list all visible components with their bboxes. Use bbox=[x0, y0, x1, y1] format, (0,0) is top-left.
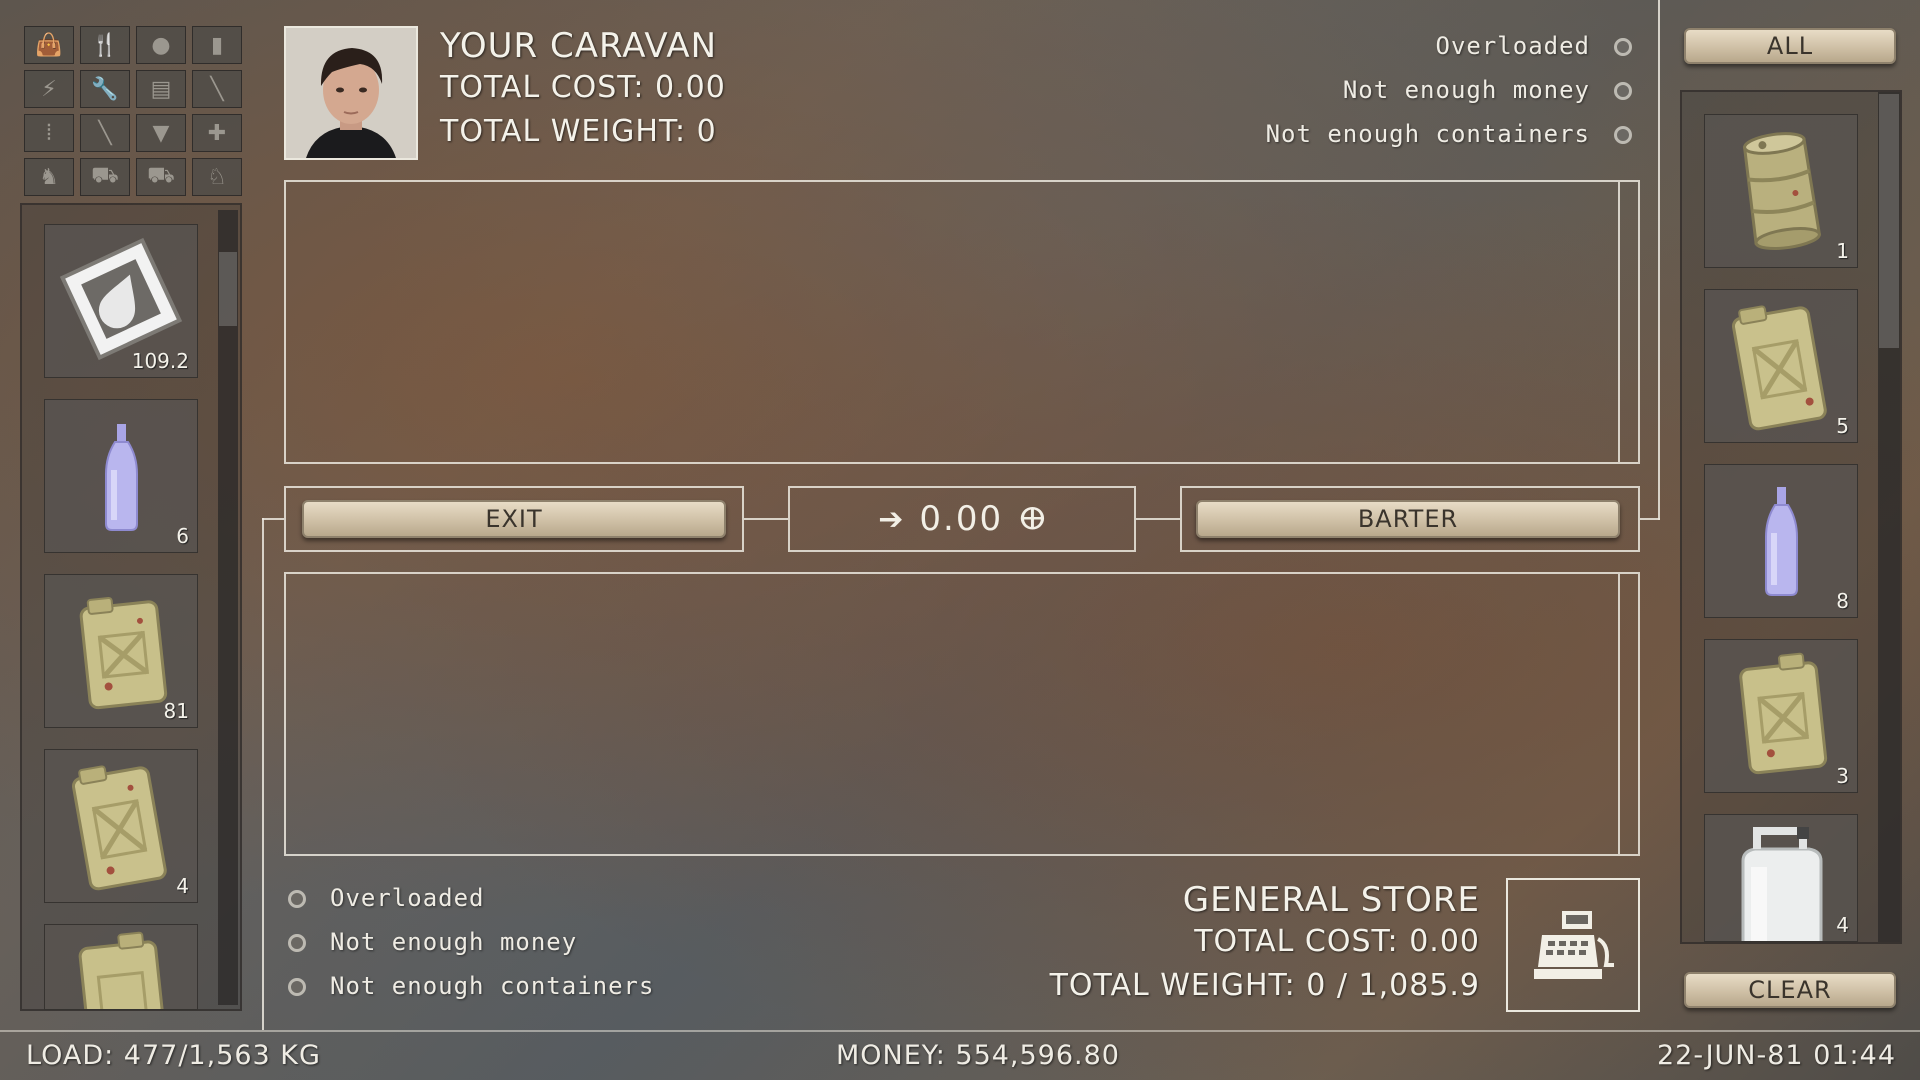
caravan-item-jerrycan[interactable] bbox=[44, 924, 198, 1010]
truck-icon[interactable]: ⛟ bbox=[136, 158, 186, 196]
vest-icon[interactable]: ▼ bbox=[136, 114, 186, 152]
caravan-item-bottle[interactable]: 6 bbox=[44, 399, 198, 553]
store-status-containers-indicator bbox=[288, 978, 306, 996]
item-quantity: 3 bbox=[1836, 764, 1849, 788]
store-item-barrel[interactable]: 1 bbox=[1704, 114, 1858, 268]
barter-button[interactable]: BARTER bbox=[1196, 500, 1620, 538]
fork-knife-icon[interactable]: 🍴 bbox=[80, 26, 130, 64]
caravan-item-jerrycan[interactable]: 81 bbox=[44, 574, 198, 728]
arrow-right-icon: ➔ bbox=[878, 501, 904, 537]
lightning-icon[interactable]: ⚡ bbox=[24, 70, 74, 108]
load-readout: LOAD: 477/1,563 KG bbox=[26, 1040, 321, 1071]
category-filter-grid: 👜 🍴 ● ▮ ⚡ 🔧 ▤ ╲ ⦙ ╲ ▼ ✚ ♞ ⛟ ⛟ ♘ bbox=[24, 26, 242, 200]
frame-line bbox=[744, 518, 788, 520]
clear-button[interactable]: CLEAR bbox=[1684, 972, 1896, 1008]
caravan-inventory-scroll-thumb[interactable] bbox=[219, 252, 237, 326]
store-status-money-indicator bbox=[288, 934, 306, 952]
drop-icon[interactable]: ● bbox=[136, 26, 186, 64]
money-readout: MONEY: 554,596.80 bbox=[836, 1040, 1120, 1071]
store-item-bottle[interactable]: 8 bbox=[1704, 464, 1858, 618]
caravan-item-jerrycan[interactable]: 4 bbox=[44, 749, 198, 903]
store-title: GENERAL STORE bbox=[1182, 880, 1480, 920]
bottle-icon bbox=[105, 424, 138, 531]
tool2-icon[interactable]: ╲ bbox=[80, 114, 130, 152]
caravan-status-money-label: Not enough money bbox=[1342, 76, 1590, 104]
portrait-avatar bbox=[286, 28, 416, 158]
jerrycan-icon bbox=[1731, 305, 1827, 431]
cash-register-icon bbox=[1534, 911, 1614, 979]
store-item-jerrycan[interactable]: 5 bbox=[1704, 289, 1858, 443]
caravan-trade-scrollbar[interactable] bbox=[1618, 182, 1620, 462]
ammo-icon[interactable]: ⦙ bbox=[24, 114, 74, 152]
wrench-icon[interactable]: 🔧 bbox=[80, 70, 130, 108]
store-item-white-canister[interactable]: 4 bbox=[1704, 814, 1858, 942]
barrel-icon bbox=[1742, 132, 1822, 250]
item-quantity: 8 bbox=[1836, 589, 1849, 613]
date-time-readout: 22-JUN-81 01:44 bbox=[1656, 1040, 1896, 1071]
store-inventory-scroll-thumb[interactable] bbox=[1879, 94, 1899, 348]
store-total-weight: TOTAL WEIGHT: 0 / 1,085.9 bbox=[1049, 968, 1480, 1003]
white-canister-icon bbox=[1741, 827, 1823, 941]
caravan-status-overloaded-indicator bbox=[1614, 38, 1632, 56]
all-button[interactable]: ALL bbox=[1684, 28, 1896, 64]
frame-line bbox=[1640, 518, 1660, 520]
store-trade-scrollbar[interactable] bbox=[1618, 574, 1620, 854]
exit-button[interactable]: EXIT bbox=[302, 500, 726, 538]
caravan-title: YOUR CARAVAN bbox=[440, 26, 718, 66]
player-portrait bbox=[284, 26, 418, 160]
jerrycan-icon bbox=[1739, 652, 1828, 775]
camel-icon[interactable]: ♘ bbox=[192, 158, 242, 196]
frame-line bbox=[1658, 0, 1660, 520]
caravan-status-containers-label: Not enough containers bbox=[1265, 120, 1590, 148]
item-quantity: 109.2 bbox=[131, 349, 189, 373]
store-status-overloaded-label: Overloaded bbox=[330, 884, 485, 912]
cart-icon[interactable]: ⛟ bbox=[80, 158, 130, 196]
store-status-containers-label: Not enough containers bbox=[330, 972, 655, 1000]
box-icon[interactable]: ▤ bbox=[136, 70, 186, 108]
canister-icon[interactable]: ▮ bbox=[192, 26, 242, 64]
store-total-cost: TOTAL COST: 0.00 bbox=[1194, 924, 1480, 959]
balance-display: ➔ 0.00 ⴲ bbox=[788, 486, 1136, 552]
frame-line bbox=[1136, 518, 1180, 520]
caravan-status-overloaded-label: Overloaded bbox=[1435, 32, 1590, 60]
caravan-trade-area[interactable] bbox=[284, 180, 1640, 464]
item-quantity: 1 bbox=[1836, 239, 1849, 263]
caravan-status-containers-indicator bbox=[1614, 126, 1632, 144]
frame-line bbox=[262, 518, 284, 520]
bottle-icon bbox=[1765, 487, 1798, 596]
store-trade-area[interactable] bbox=[284, 572, 1640, 856]
jerrycan-icon bbox=[71, 765, 167, 891]
item-quantity: 5 bbox=[1836, 414, 1849, 438]
item-quantity: 81 bbox=[163, 699, 189, 723]
store-status-money-label: Not enough money bbox=[330, 928, 578, 956]
bag-icon[interactable]: 👜 bbox=[24, 26, 74, 64]
caravan-item-water[interactable]: 109.2 bbox=[44, 224, 198, 378]
store-status-overloaded-indicator bbox=[288, 890, 306, 908]
caravan-status-money-indicator bbox=[1614, 82, 1632, 100]
footer-divider bbox=[0, 1030, 1920, 1032]
caravan-inventory-scrollbar[interactable] bbox=[218, 210, 238, 1005]
store-item-jerrycan[interactable]: 3 bbox=[1704, 639, 1858, 793]
tool-icon[interactable]: ╲ bbox=[192, 70, 242, 108]
item-quantity: 6 bbox=[176, 524, 189, 548]
balance-value: 0.00 bbox=[919, 499, 1004, 539]
jerrycan-icon bbox=[78, 931, 168, 1009]
frame-line bbox=[262, 518, 264, 1030]
medkit-icon[interactable]: ✚ bbox=[192, 114, 242, 152]
currency-symbol: ⴲ bbox=[1019, 501, 1046, 537]
caravan-total-cost: TOTAL COST: 0.00 bbox=[440, 70, 726, 105]
caravan-total-weight: TOTAL WEIGHT: 0 bbox=[440, 114, 717, 149]
store-portrait bbox=[1506, 878, 1640, 1012]
item-quantity: 4 bbox=[176, 874, 189, 898]
horse-icon[interactable]: ♞ bbox=[24, 158, 74, 196]
item-quantity: 4 bbox=[1836, 913, 1849, 937]
